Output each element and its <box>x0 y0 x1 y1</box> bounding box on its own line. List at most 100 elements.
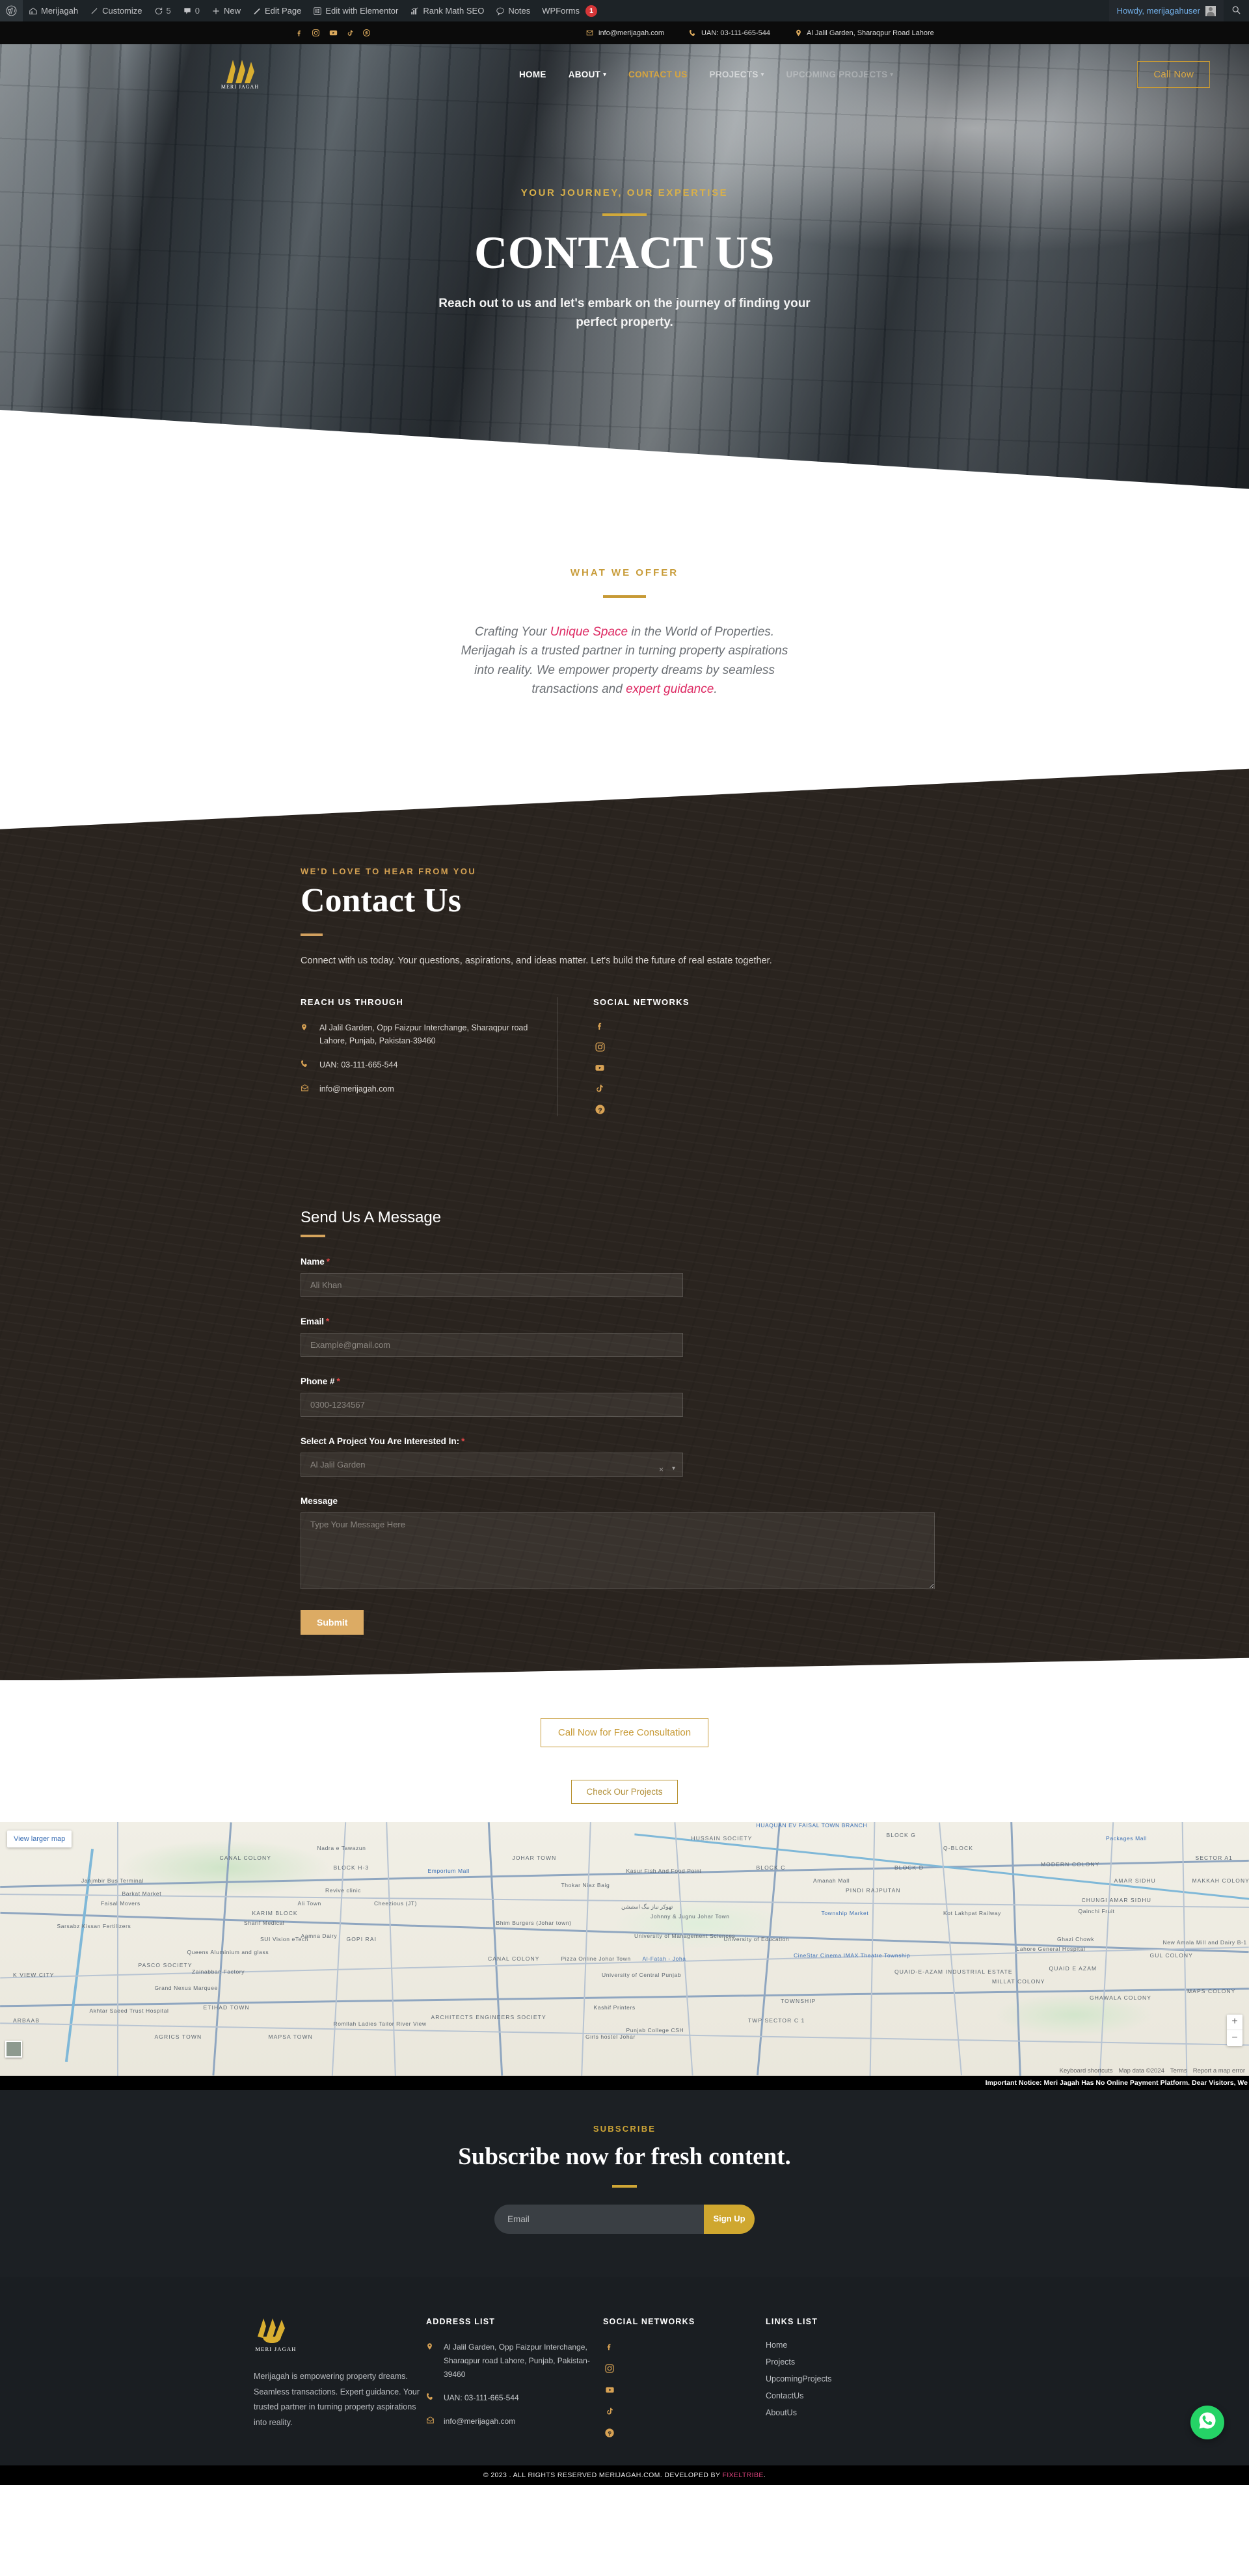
adminbar-updates-count: 5 <box>166 6 171 16</box>
map-label: Nadra e Tawazun <box>317 1844 366 1851</box>
field-email: Email * <box>301 1317 1249 1357</box>
subscribe-heading: Subscribe now for fresh content. <box>458 2143 791 2170</box>
adminbar-notes[interactable]: Notes <box>490 0 536 21</box>
zoom-out-button[interactable]: − <box>1227 2030 1242 2046</box>
reach-item-phone[interactable]: UAN: 03-111-665-544 <box>301 1058 557 1071</box>
clear-icon[interactable]: × <box>659 1465 664 1474</box>
adminbar-wpforms[interactable]: WPForms 1 <box>536 0 603 21</box>
youtube-icon[interactable] <box>329 29 338 38</box>
google-map-embed[interactable]: Thokar Niaz Baig تھوکر نیاز بیگ استیشن GOP… <box>0 1821 1249 2076</box>
required-marker: * <box>326 1256 330 1267</box>
projects-cta-section: Check Our Projects <box>0 1766 1249 1822</box>
footer-link-about-us[interactable]: AboutUs <box>766 2408 922 2417</box>
youtube-icon[interactable] <box>593 1062 606 1075</box>
footer-link-projects[interactable]: Projects <box>766 2357 922 2367</box>
footer-phone-item[interactable]: UAN: 03-111-665-544 <box>426 2391 603 2405</box>
check-our-projects-button[interactable]: Check Our Projects <box>571 1779 678 1804</box>
menu-item-projects-label: PROJECTS <box>709 69 759 79</box>
phone-input[interactable] <box>301 1392 683 1417</box>
call-now-consultation-button[interactable]: Call Now for Free Consultation <box>540 1717 709 1747</box>
submit-button[interactable]: Submit <box>301 1609 364 1635</box>
reach-item-address[interactable]: Al Jalil Garden, Opp Faizpur Interchange… <box>301 1021 557 1047</box>
topbar-phone[interactable]: UAN: 03-111-665-544 <box>689 29 770 37</box>
adminbar-rank-math[interactable]: Rank Math SEO <box>404 0 490 21</box>
terms-link[interactable]: Terms <box>1170 2067 1187 2074</box>
adminbar-rank-math-label: Rank Math SEO <box>423 6 485 16</box>
menu-item-about[interactable]: ABOUT ▾ <box>569 70 606 79</box>
contact-columns: REACH US THROUGH Al Jalil Garden, Opp Fa… <box>301 997 1249 1116</box>
menu-item-upcoming-projects[interactable]: UPCOMING PROJECTS ▾ <box>786 70 894 79</box>
menu-item-projects[interactable]: PROJECTS ▾ <box>710 70 764 79</box>
adminbar-comments[interactable]: 0 <box>177 0 206 21</box>
pinterest-icon[interactable] <box>362 29 371 38</box>
menu-item-contact-us[interactable]: CONTACT US <box>628 70 688 79</box>
required-marker: * <box>461 1436 465 1446</box>
zoom-in-button[interactable]: + <box>1227 2015 1242 2030</box>
adminbar-my-account[interactable]: Howdy, merijagahuser <box>1108 0 1224 21</box>
map-label: KARIM BLOCK <box>252 1909 298 1916</box>
footer-link-home[interactable]: Home <box>766 2341 922 2350</box>
topbar-address[interactable]: Al Jalil Garden, Sharaqpur Road Lahore <box>795 29 934 37</box>
comment-icon <box>183 7 192 16</box>
email-input[interactable] <box>301 1332 683 1357</box>
map-label: BLOCK D <box>894 1864 924 1871</box>
map-label: CineStar Cinema IMAX Theatre Township <box>794 1952 911 1959</box>
whatsapp-chat-button[interactable] <box>1190 2405 1224 2439</box>
sign-up-button[interactable]: Sign Up <box>704 2204 755 2234</box>
tiktok-icon[interactable] <box>593 1082 606 1095</box>
edit-icon <box>252 7 262 16</box>
subscribe-email-input[interactable] <box>494 2204 704 2234</box>
youtube-icon[interactable] <box>603 2383 616 2396</box>
topbar-email[interactable]: info@merijagah.com <box>585 29 664 37</box>
map-label: Qainchi Fruit <box>1078 1908 1115 1915</box>
menu-item-home[interactable]: HOME <box>519 70 546 79</box>
adminbar-edit-page[interactable]: Edit Page <box>247 0 307 21</box>
map-label: K VIEW CITY <box>13 1971 55 1978</box>
map-label: TOWNSHIP <box>781 1997 816 2004</box>
adminbar-search-button[interactable] <box>1224 5 1249 17</box>
footer-email-item[interactable]: info@merijagah.com <box>426 2415 603 2428</box>
adminbar-new[interactable]: New <box>206 0 247 21</box>
call-now-button[interactable]: Call Now <box>1137 60 1210 88</box>
map-label: Ali Town <box>297 1899 321 1907</box>
adminbar-notes-label: Notes <box>508 6 531 16</box>
adminbar-site-label: Merijagah <box>41 6 79 16</box>
map-label: CANAL COLONY <box>219 1854 271 1861</box>
adminbar-elementor[interactable]: Edit with Elementor <box>307 0 404 21</box>
facebook-icon[interactable] <box>296 29 303 38</box>
copyright-suffix: . <box>763 2471 766 2479</box>
adminbar-site-name[interactable]: Merijagah <box>23 0 84 21</box>
topbar-address-label: Al Jalil Garden, Sharaqpur Road Lahore <box>807 29 934 37</box>
site-logo[interactable]: MERI JAGAH <box>215 59 265 90</box>
adminbar-updates[interactable]: 5 <box>148 0 177 21</box>
footer-link-contact-us[interactable]: ContactUs <box>766 2391 922 2400</box>
instagram-icon[interactable] <box>312 29 320 38</box>
map-label: SUI Vision eTech <box>260 1935 309 1942</box>
pinterest-icon[interactable] <box>593 1103 606 1116</box>
facebook-icon[interactable] <box>603 2341 616 2354</box>
tiktok-icon[interactable] <box>603 2405 616 2418</box>
report-map-error-link[interactable]: Report a map error <box>1193 2067 1245 2074</box>
adminbar-customize[interactable]: Customize <box>84 0 148 21</box>
envelope-icon <box>426 2416 436 2428</box>
keyboard-shortcuts-link[interactable]: Keyboard shortcuts <box>1060 2067 1113 2074</box>
instagram-icon[interactable] <box>593 1041 606 1054</box>
footer-address-item[interactable]: Al Jalil Garden, Opp Faizpur Interchange… <box>426 2341 603 2381</box>
merijagah-logo-icon <box>258 2318 285 2343</box>
reach-item-email[interactable]: info@merijagah.com <box>301 1082 557 1095</box>
map-attribution: Keyboard shortcuts Map data ©2024 Terms … <box>1060 2067 1245 2074</box>
pinterest-icon[interactable] <box>603 2426 616 2439</box>
footer-link-upcoming-projects[interactable]: UpcomingProjects <box>766 2374 922 2383</box>
project-select[interactable] <box>301 1452 683 1477</box>
developer-link[interactable]: FIXELTRIBE <box>722 2471 763 2479</box>
street-view-thumbnail[interactable] <box>5 2040 22 2058</box>
instagram-icon[interactable] <box>603 2362 616 2375</box>
view-larger-map-button[interactable]: View larger map <box>7 1830 72 1847</box>
message-textarea[interactable] <box>301 1512 935 1589</box>
chevron-down-icon[interactable]: ▾ <box>672 1465 675 1472</box>
facebook-icon[interactable] <box>593 1020 606 1033</box>
name-input[interactable] <box>301 1272 683 1297</box>
map-label: BLOCK C <box>756 1864 786 1871</box>
tiktok-icon[interactable] <box>347 29 354 38</box>
adminbar-wordpress-logo[interactable] <box>0 0 23 21</box>
